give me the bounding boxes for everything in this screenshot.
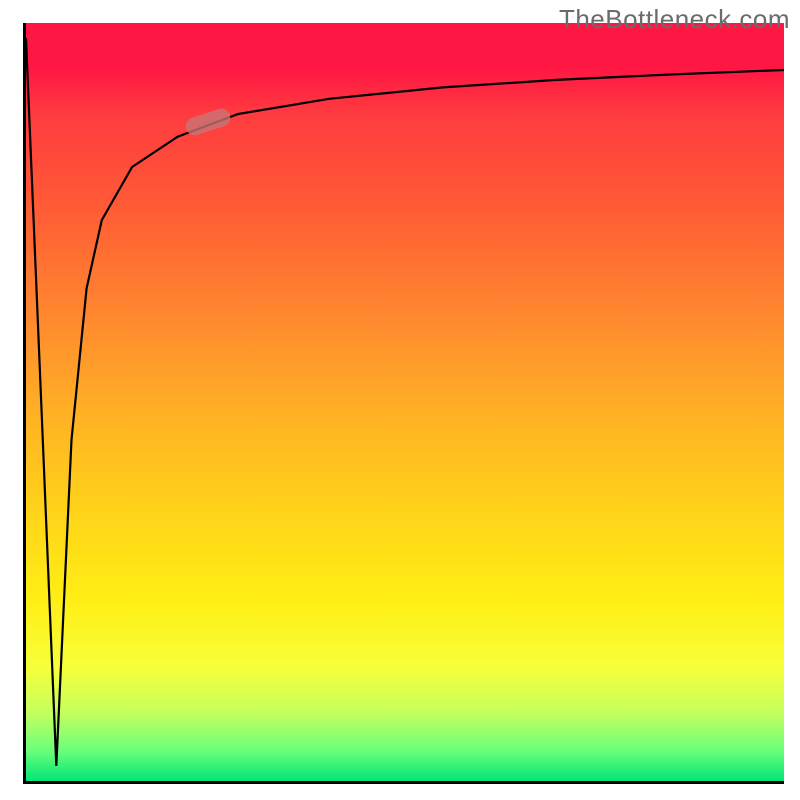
bottleneck-curve: [26, 23, 784, 781]
chart-frame: TheBottleneck.com: [0, 0, 800, 800]
watermark-text: TheBottleneck.com: [559, 4, 790, 35]
plot-area: [23, 23, 784, 784]
